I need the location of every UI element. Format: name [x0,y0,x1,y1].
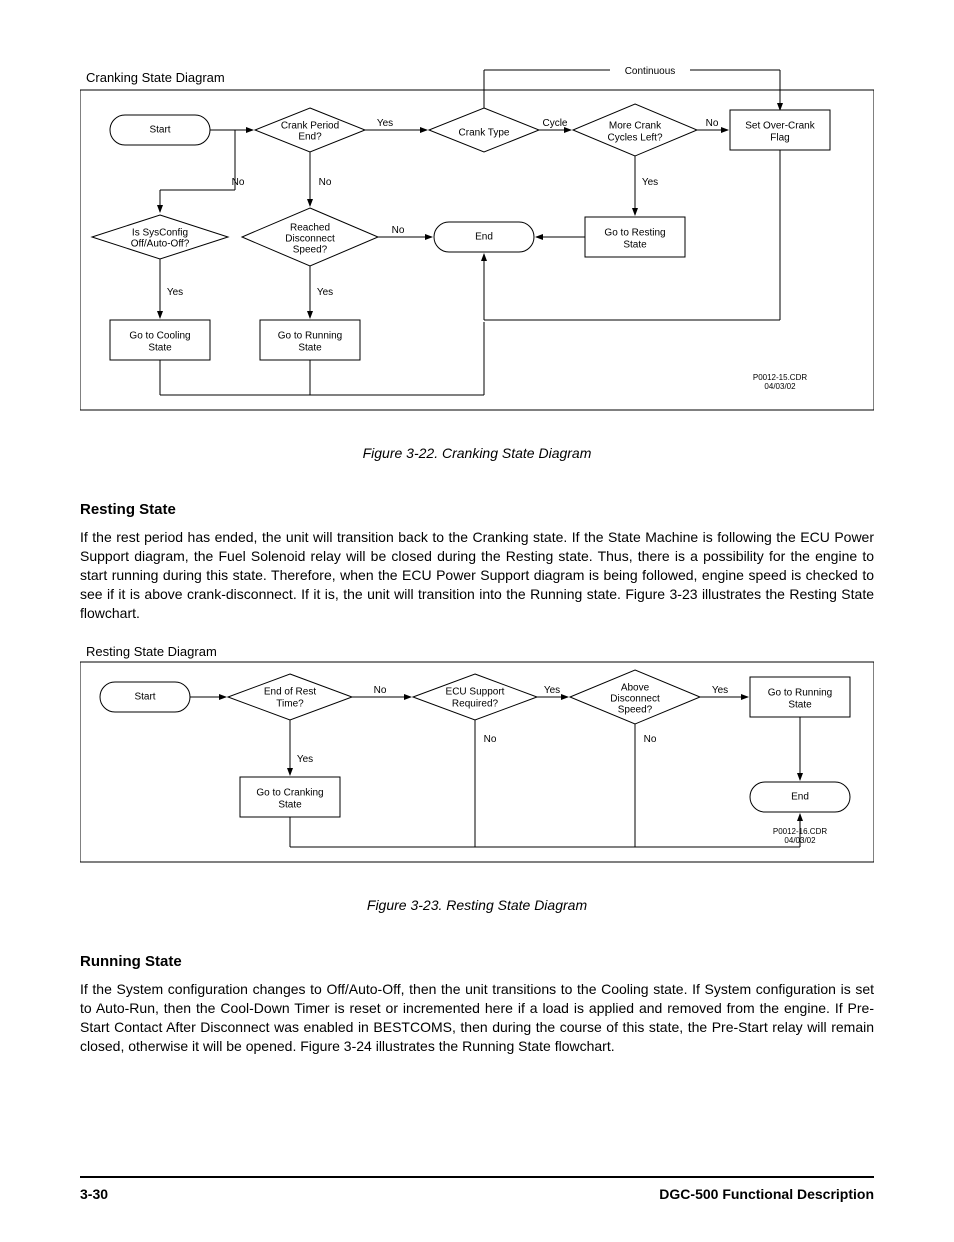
node-endrest-l1: End of Rest [264,687,316,698]
node-crank-period-end-l2: End? [298,132,322,143]
node-gocrank-l2: State [278,800,302,811]
node-overcrank-l1: Set Over-Crank [745,121,815,132]
node-reached-l3: Speed? [293,245,328,256]
label-no-2: No [232,177,245,188]
node-above-l3: Speed? [618,705,653,716]
label-yes-r3: Yes [297,754,313,765]
node-more-crank-l1: More Crank [609,121,662,132]
node-crank-period-end-l1: Crank Period [281,121,339,132]
node-above-l1: Above [621,683,650,694]
node-gorun-l2: State [788,700,812,711]
resting-diagram: Resting State Diagram Start End of Rest … [80,642,874,877]
node-end: End [475,232,493,243]
label-no-3: No [319,177,332,188]
footer-rule [80,1176,874,1178]
node-start2: Start [134,692,155,703]
node-more-crank-l2: Cycles Left? [607,133,662,144]
node-above-l2: Disconnect [610,694,660,705]
label-yes-r2: Yes [712,685,728,696]
node-endrest-l2: Time? [276,699,304,710]
label-no-1: No [706,118,719,129]
node-cooling-l2: State [148,343,172,354]
footer-left: 3-30 [80,1186,108,1202]
node-ecu-l2: Required? [452,699,499,710]
node-gorun-l1: Go to Running [768,688,833,699]
caption-fig23: Figure 3-23. Resting State Diagram [80,897,874,913]
heading-running: Running State [80,953,874,970]
node-running-l2: State [298,343,322,354]
label-continuous: Continuous [625,66,676,77]
node-sysconfig-l2: Off/Auto-Off? [131,239,190,250]
label-yes-3: Yes [167,287,183,298]
label-no-4: No [392,225,405,236]
node-overcrank-l2: Flag [770,133,789,144]
label-no-r1: No [374,685,387,696]
caption-fig22: Figure 3-22. Cranking State Diagram [80,445,874,461]
node-cooling-l1: Go to Cooling [129,331,190,342]
footer-right: DGC-500 Functional Description [659,1186,874,1202]
file-mark-l2: 04/03/02 [764,382,796,391]
label-yes-1: Yes [377,118,393,129]
node-sysconfig-l1: Is SysConfig [132,228,188,239]
node-crank-type: Crank Type [459,128,510,139]
file-mark2-l2: 04/03/02 [784,836,816,845]
diagram-title-2: Resting State Diagram [86,644,217,659]
node-running-l1: Go to Running [278,331,343,342]
label-cycle: Cycle [542,118,567,129]
node-reached-l1: Reached [290,223,330,234]
label-no-r2: No [484,734,497,745]
label-yes-4: Yes [317,287,333,298]
heading-resting: Resting State [80,501,874,518]
node-reached-l2: Disconnect [285,234,335,245]
node-ecu-l1: ECU Support [446,687,505,698]
label-yes-r1: Yes [544,685,560,696]
label-no-r3: No [644,734,657,745]
body-resting: If the rest period has ended, the unit w… [80,528,874,622]
file-mark2-l1: P0012-16.CDR [773,827,827,836]
node-gocrank-l1: Go to Cranking [256,788,323,799]
label-yes-2: Yes [642,177,658,188]
diagram-title: Cranking State Diagram [86,70,225,85]
node-resting-l1: Go to Resting [604,228,665,239]
node-resting-l2: State [623,240,647,251]
cranking-diagram: Cranking State Diagram Continuous Start … [80,60,874,425]
file-mark-l1: P0012-15.CDR [753,373,807,382]
body-running: If the System configuration changes to O… [80,980,874,1056]
node-end2: End [791,792,809,803]
node-start: Start [149,125,170,136]
